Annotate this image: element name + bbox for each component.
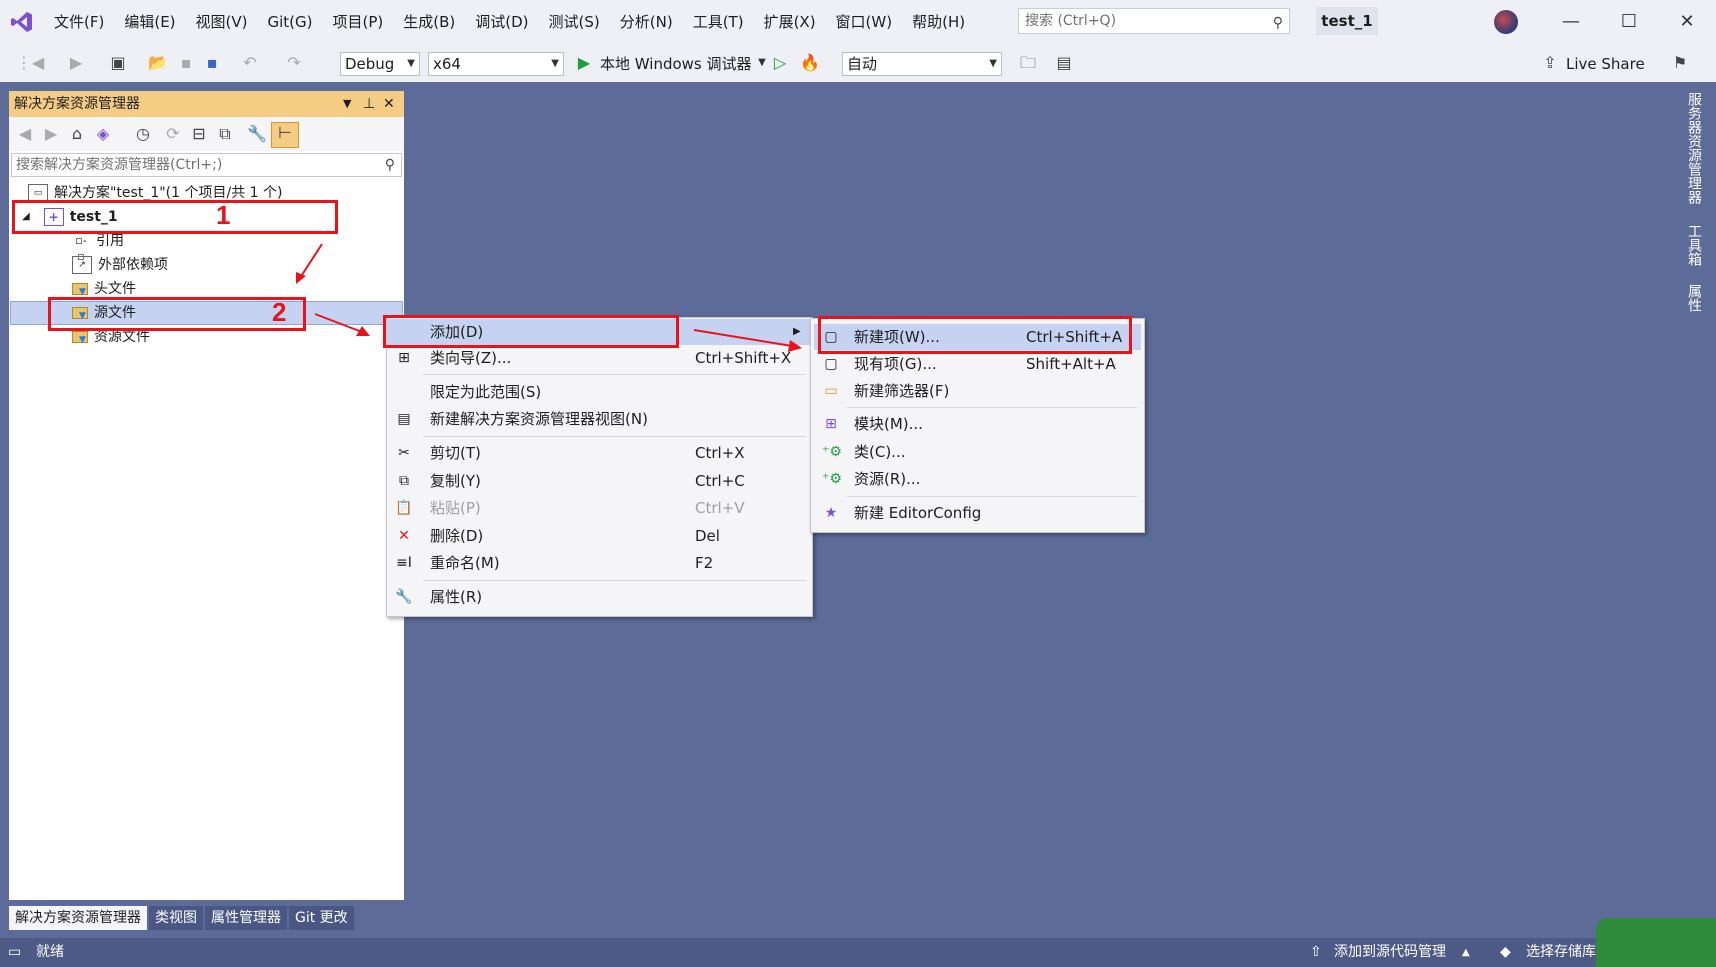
ime-widget-icon: [1596, 918, 1716, 967]
annotation-arrows: [296, 243, 802, 352]
